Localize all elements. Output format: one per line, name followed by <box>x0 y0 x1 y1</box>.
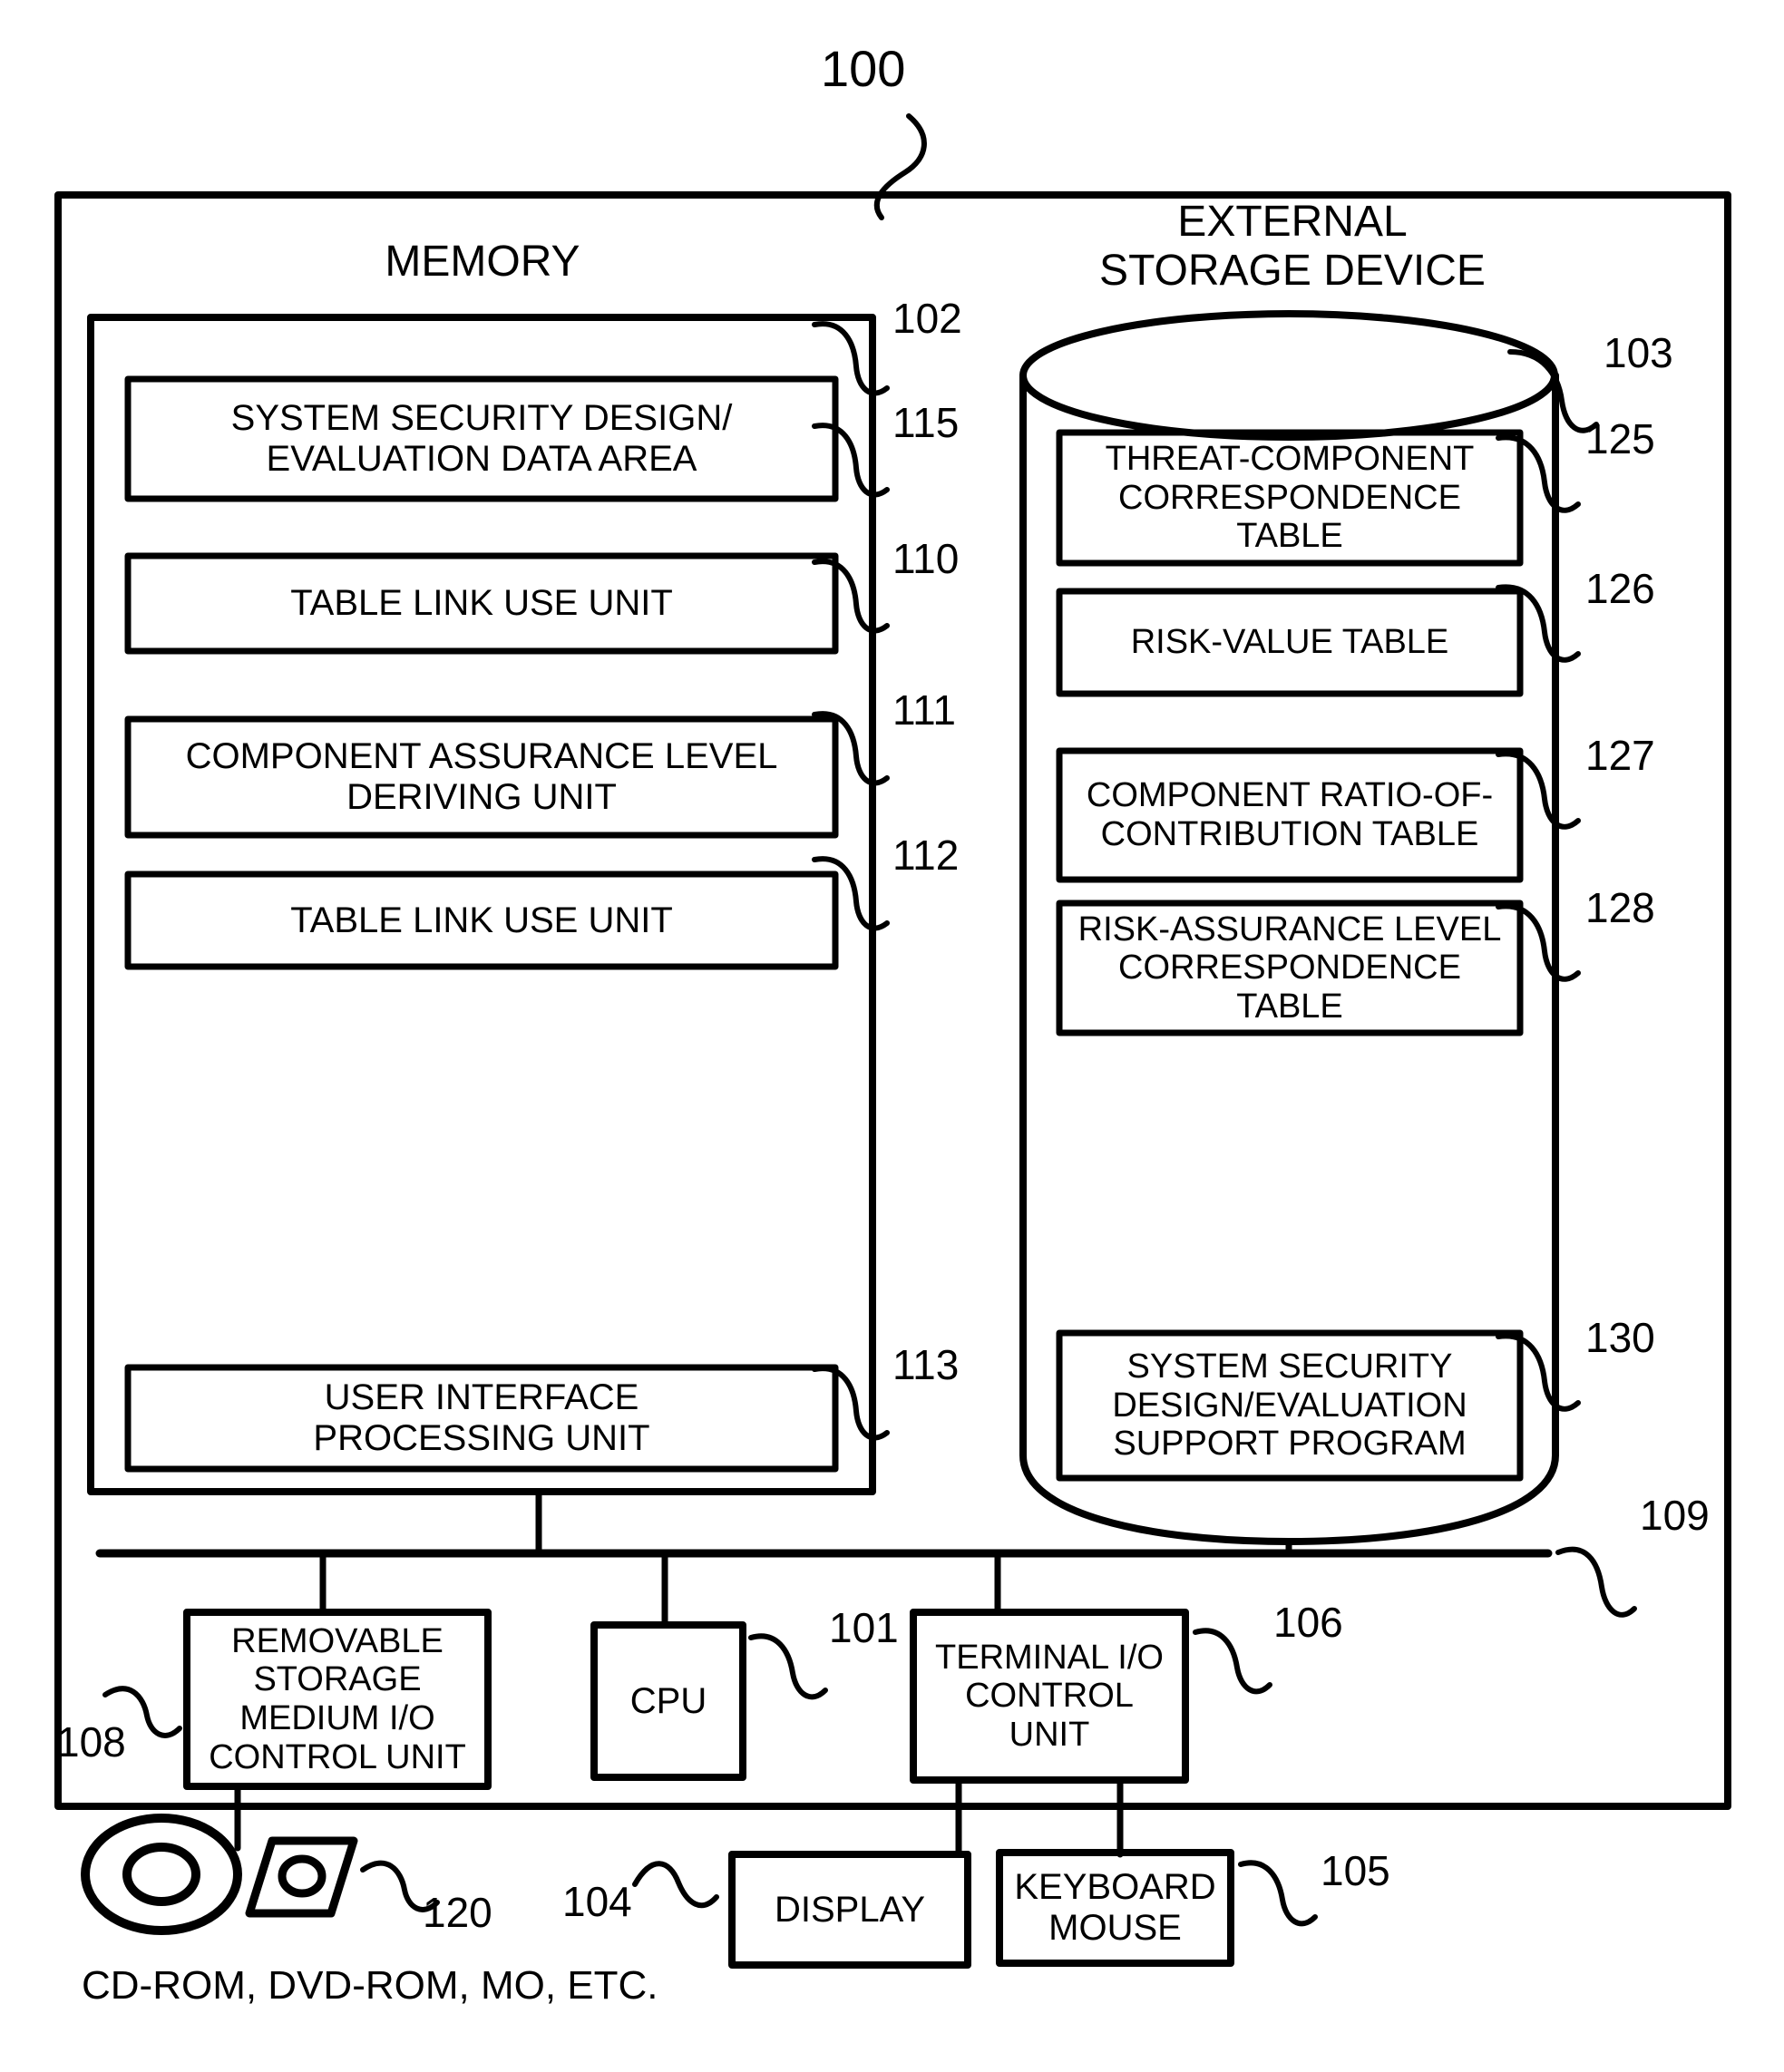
reference-103: 103 <box>1604 329 1673 376</box>
storage-block-label-127: COMPONENT RATIO-OF- CONTRIBUTION TABLE <box>1086 776 1494 853</box>
reference-104: 104 <box>562 1878 632 1925</box>
reference-128: 128 <box>1585 884 1655 931</box>
memory-title: MEMORY <box>385 238 580 286</box>
reference-106: 106 <box>1273 1599 1343 1646</box>
leader-101 <box>748 1633 828 1700</box>
reference-115: 115 <box>892 399 960 446</box>
patent-figure: 100 MEMORY EXTERNAL STORAGE DEVICE SYSTE… <box>0 0 1784 2072</box>
storage-cylinder-top <box>1019 310 1558 441</box>
leader-105 <box>1238 1860 1318 1927</box>
leader-100 <box>873 113 927 220</box>
reference-109: 109 <box>1640 1492 1710 1539</box>
storage-block-label-126: RISK-VALUE TABLE <box>1130 623 1449 662</box>
storage-block-label-128: RISK-ASSURANCE LEVEL CORRESPONDENCE TABL… <box>1077 910 1502 1026</box>
cpu-label: CPU <box>629 1680 707 1721</box>
reference-125: 125 <box>1585 415 1655 462</box>
reference-111: 111 <box>892 686 956 734</box>
reference-100: 100 <box>821 40 906 97</box>
memory-block-label-111: COMPONENT ASSURANCE LEVEL DERIVING UNIT <box>185 736 778 817</box>
memory-block-label-113: USER INTERFACE PROCESSING UNIT <box>313 1377 650 1458</box>
reference-130: 130 <box>1585 1314 1655 1361</box>
reference-108: 108 <box>56 1718 126 1766</box>
reference-112: 112 <box>892 832 960 879</box>
reference-110: 110 <box>892 535 960 582</box>
display-label: DISPLAY <box>775 1889 925 1930</box>
optical-disc-icon <box>81 1814 242 1935</box>
storage-block-label-125: THREAT-COMPONENT CORRESPONDENCE TABLE <box>1105 440 1475 556</box>
reference-126: 126 <box>1585 565 1655 612</box>
storage-block-label-130: SYSTEM SECURITY DESIGN/EVALUATION SUPPOR… <box>1112 1347 1467 1464</box>
reference-102: 102 <box>892 295 962 342</box>
leader-104 <box>632 1861 719 1909</box>
reference-105: 105 <box>1321 1847 1390 1894</box>
reference-120: 120 <box>423 1889 492 1936</box>
memory-block-label-115: SYSTEM SECURITY DESIGN/ EVALUATION DATA … <box>230 398 733 479</box>
keyboard-mouse-label: KEYBOARD MOUSE <box>1014 1867 1216 1948</box>
removable-storage-label: REMOVABLE STORAGE MEDIUM I/O CONTROL UNI… <box>209 1621 466 1776</box>
terminal-io-label: TERMINAL I/O CONTROL UNIT <box>935 1638 1164 1754</box>
media-caption: CD-ROM, DVD-ROM, MO, ETC. <box>82 1963 658 2008</box>
reference-101: 101 <box>829 1604 899 1651</box>
reference-113: 113 <box>892 1341 960 1388</box>
reference-127: 127 <box>1585 732 1655 779</box>
external-storage-title: EXTERNAL STORAGE DEVICE <box>1099 198 1486 295</box>
leader-109 <box>1555 1546 1637 1618</box>
leader-106 <box>1193 1628 1272 1695</box>
memory-block-label-110: TABLE LINK USE UNIT <box>290 583 673 624</box>
memory-block-label-112: TABLE LINK USE UNIT <box>290 900 673 940</box>
floppy-disk-icon <box>245 1836 358 1918</box>
